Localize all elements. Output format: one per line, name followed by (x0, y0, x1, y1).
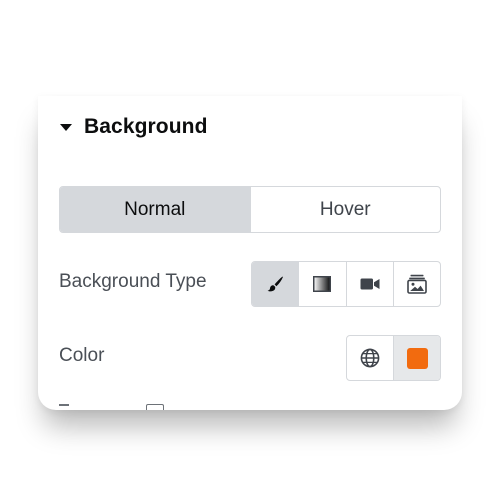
background-section-toggle[interactable]: Background (60, 113, 208, 141)
background-type-video-button[interactable] (345, 262, 393, 306)
gradient-icon (313, 276, 332, 292)
color-control (346, 335, 441, 381)
caret-down-icon (60, 124, 72, 131)
partial-checkbox[interactable] (146, 404, 164, 410)
background-type-slideshow-button[interactable] (392, 262, 440, 306)
global-colors-button[interactable] (347, 336, 393, 380)
tab-hover[interactable]: Hover (249, 187, 441, 232)
background-type-gradient-button[interactable] (298, 262, 345, 306)
background-type-classic-button[interactable] (252, 262, 299, 306)
state-tabs: Normal Hover (59, 186, 441, 233)
color-picker-button[interactable] (393, 336, 440, 380)
background-type-selector (251, 261, 441, 307)
video-icon (360, 278, 380, 290)
slideshow-icon (407, 274, 427, 294)
background-settings-panel: Background Normal Hover Background Type (38, 96, 462, 410)
brush-icon (267, 276, 284, 292)
tab-normal[interactable]: Normal (60, 187, 250, 232)
background-type-label: Background Type (59, 271, 207, 292)
color-swatch (406, 347, 428, 369)
color-label: Color (59, 345, 105, 366)
partial-label (59, 404, 69, 410)
stage: Background Normal Hover Background Type (0, 0, 500, 500)
section-title: Background (84, 115, 208, 138)
globe-icon (360, 348, 380, 368)
next-control-row-partial (59, 404, 459, 410)
